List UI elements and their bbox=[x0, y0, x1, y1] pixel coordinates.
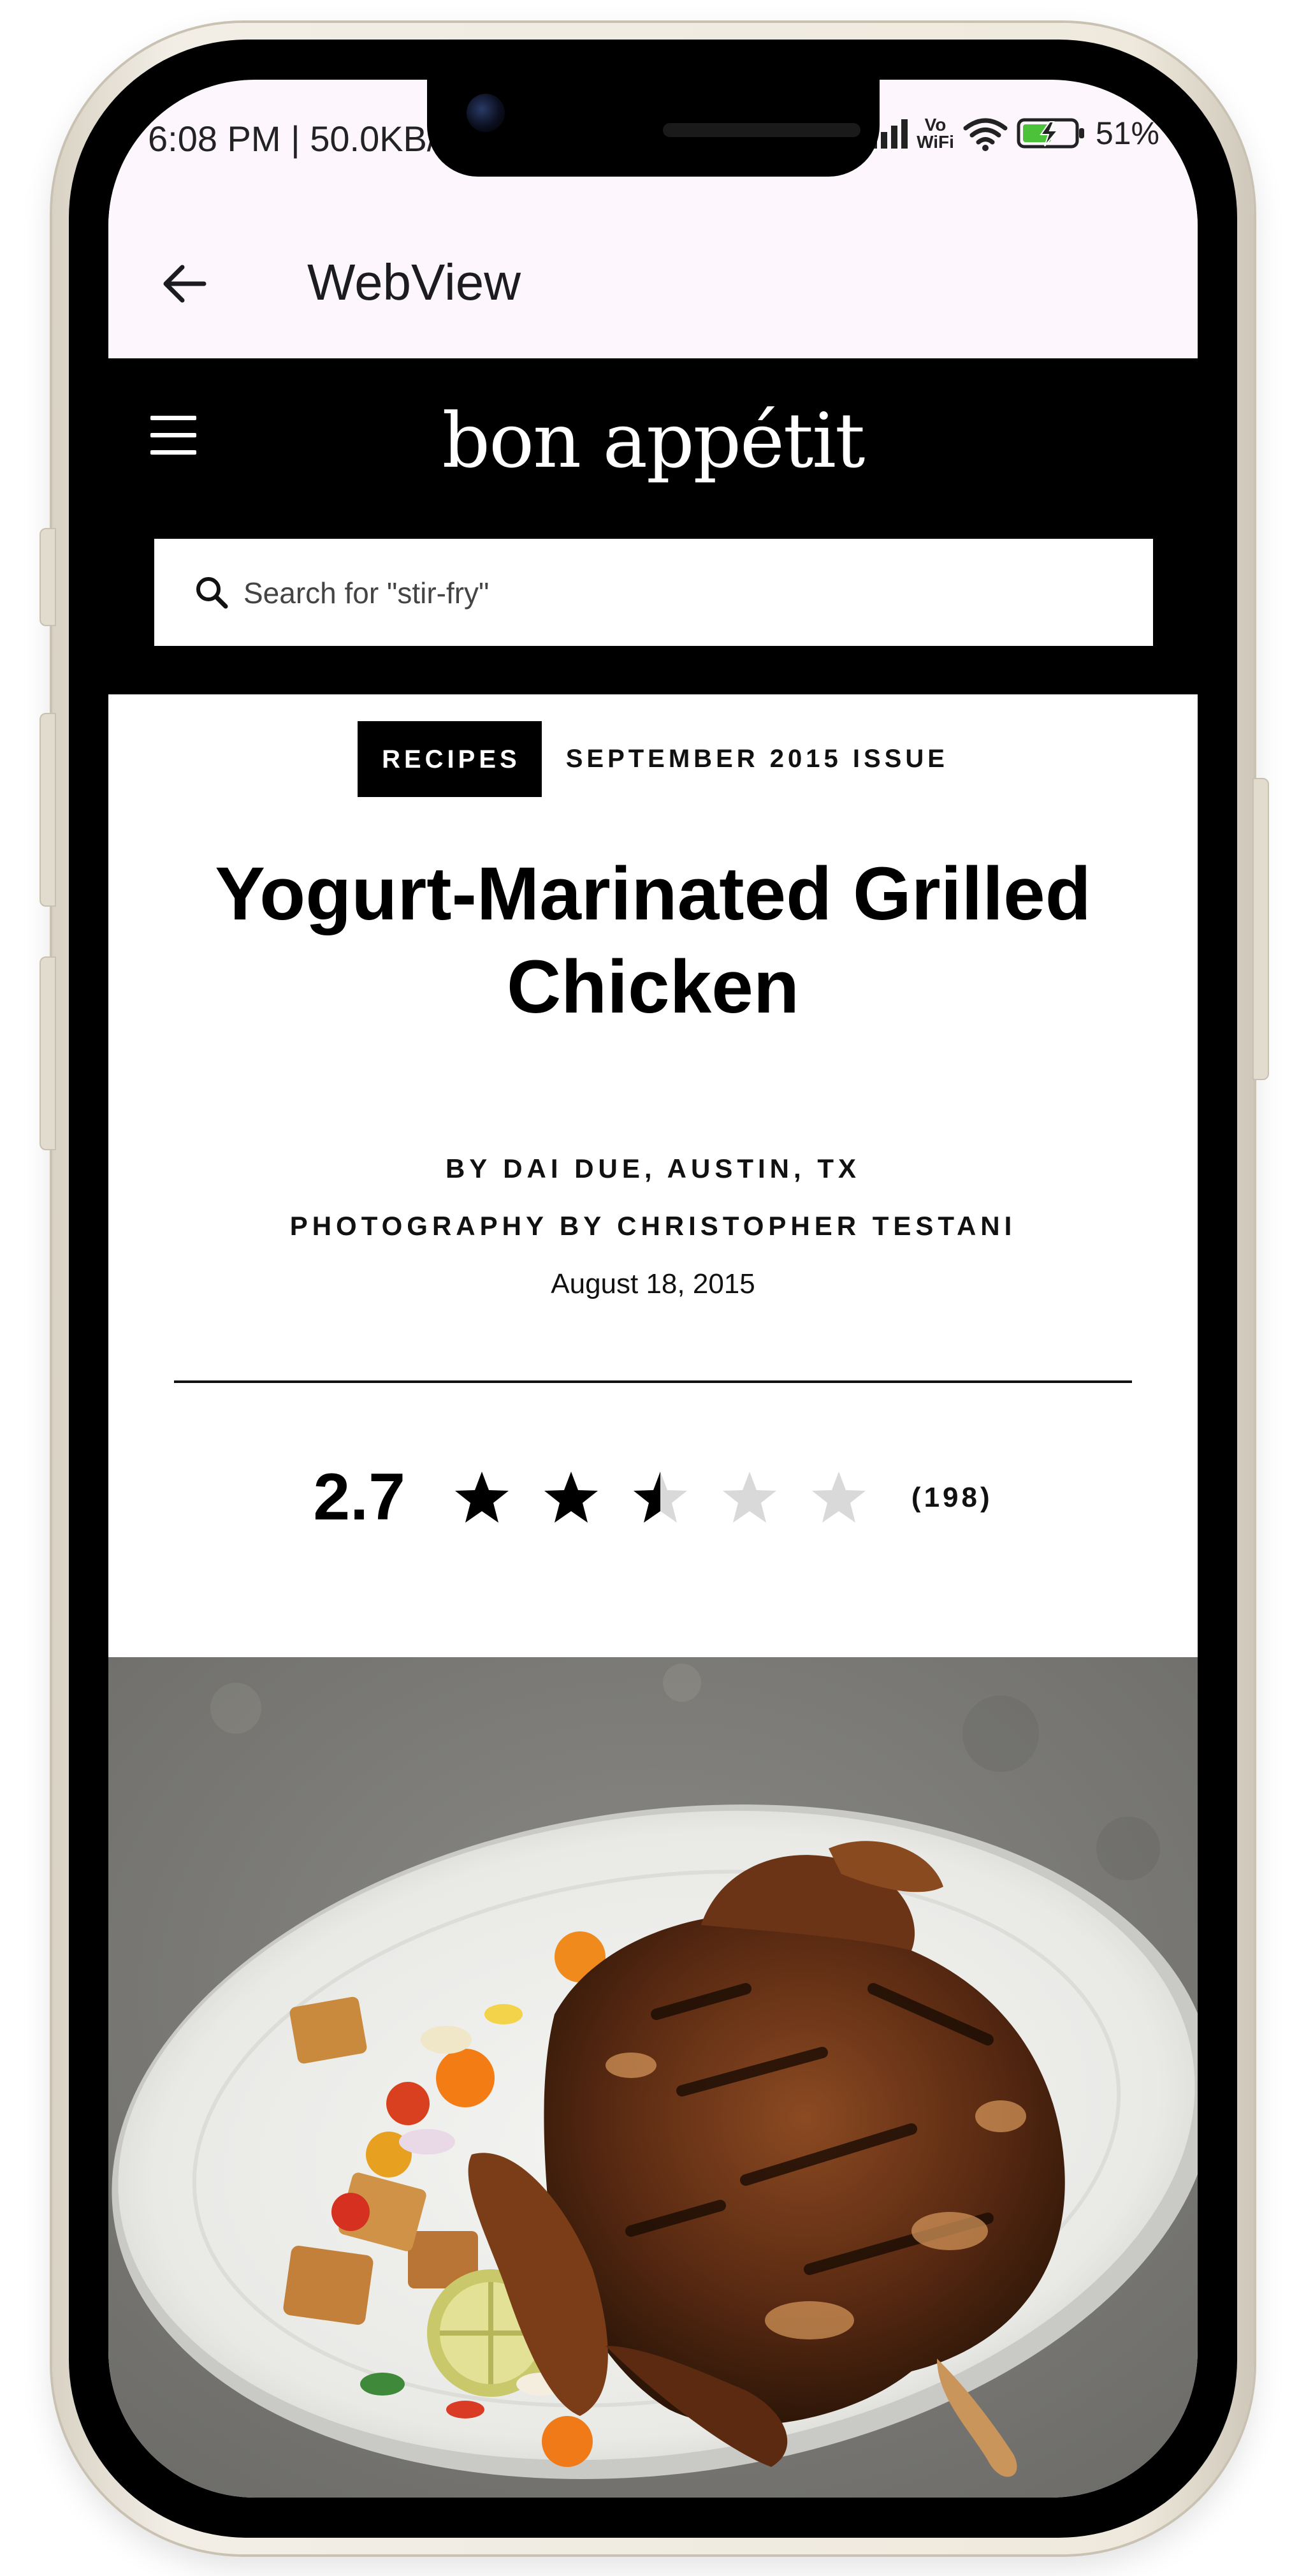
star-icon[interactable] bbox=[721, 1469, 778, 1526]
wifi-icon bbox=[963, 118, 1008, 151]
rating-stars bbox=[437, 1469, 883, 1526]
action-button bbox=[40, 528, 56, 626]
volume-up-button bbox=[40, 713, 56, 907]
earpiece-speaker bbox=[663, 123, 860, 137]
rating-count: (198) bbox=[911, 1481, 993, 1513]
power-button bbox=[1252, 778, 1269, 1080]
site-logo[interactable]: bon appétit bbox=[108, 397, 1198, 485]
vowifi-icon: Vo WiFi bbox=[917, 115, 954, 152]
status-time: 6:08 PM | 50.0KB/s bbox=[148, 119, 455, 159]
battery-percent: 51% bbox=[1095, 115, 1159, 151]
divider bbox=[174, 1380, 1132, 1383]
article-header: RECIPES SEPTEMBER 2015 ISSUE Yogurt-Mari… bbox=[108, 694, 1198, 1657]
battery-charging-icon bbox=[1017, 118, 1084, 149]
site-header: bon appétit Search for "stir-fry" bbox=[108, 358, 1198, 694]
vowifi-top-text: Vo bbox=[924, 115, 947, 135]
search-placeholder: Search for "stir-fry" bbox=[243, 576, 490, 610]
star-icon[interactable] bbox=[632, 1469, 689, 1526]
search-icon bbox=[196, 577, 228, 609]
category-row: RECIPES SEPTEMBER 2015 ISSUE bbox=[108, 721, 1198, 797]
photo-credit: PHOTOGRAPHY BY CHRISTOPHER TESTANI bbox=[289, 1211, 1017, 1241]
publish-date: August 18, 2015 bbox=[551, 1268, 755, 1299]
issue-label[interactable]: SEPTEMBER 2015 ISSUE bbox=[566, 745, 948, 773]
app-bar: WebView bbox=[108, 188, 1198, 358]
category-tag[interactable]: RECIPES bbox=[358, 721, 542, 797]
rating-row[interactable]: 2.7 (198) bbox=[108, 1460, 1198, 1535]
front-camera bbox=[467, 94, 505, 132]
status-icons: Vo WiFi 51% bbox=[871, 115, 1159, 152]
byline[interactable]: BY DAI DUE, AUSTIN, TX bbox=[108, 1153, 1198, 1184]
phone-screen: 6:08 PM | 50.0KB/s Vo WiFi 51% WebView b… bbox=[108, 80, 1198, 2498]
search-input[interactable]: Search for "stir-fry" bbox=[154, 539, 1153, 646]
article-title: Yogurt-Marinated Grilled Chicken bbox=[215, 852, 1091, 1029]
app-bar-title: WebView bbox=[307, 254, 521, 311]
volume-down-button bbox=[40, 956, 56, 1150]
star-icon[interactable] bbox=[542, 1469, 600, 1526]
vowifi-bottom-text: WiFi bbox=[917, 132, 954, 152]
star-icon[interactable] bbox=[453, 1469, 511, 1526]
hero-illustration bbox=[108, 1657, 1198, 2498]
rating-value: 2.7 bbox=[313, 1460, 405, 1534]
star-icon[interactable] bbox=[810, 1469, 867, 1526]
grilled-chicken-plate-image bbox=[108, 1657, 1198, 2498]
arrow-left-icon[interactable] bbox=[159, 258, 210, 309]
